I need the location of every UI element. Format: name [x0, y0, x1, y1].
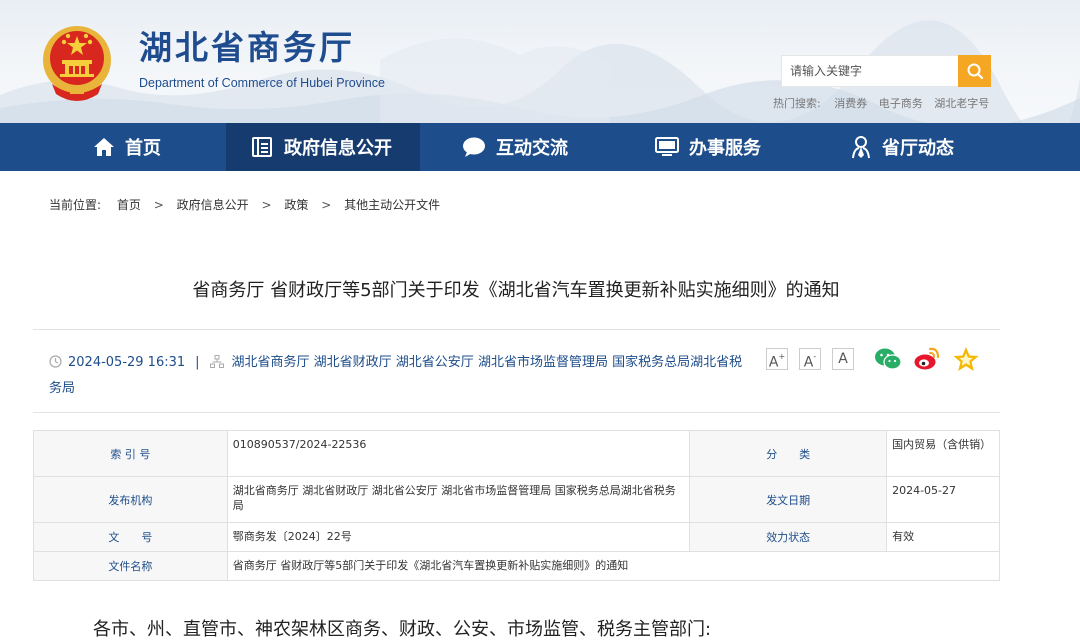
breadcrumb-item-other-files[interactable]: 其他主动公开文件 — [344, 198, 440, 212]
article-title: 省商务厅 省财政厅等5部门关于印发《湖北省汽车置换更新补贴实施细则》的通知 — [0, 276, 1032, 302]
breadcrumb-item-gov-info[interactable]: 政府信息公开 — [177, 198, 249, 212]
search-button[interactable] — [958, 55, 991, 87]
weibo-icon[interactable] — [913, 346, 941, 372]
home-icon — [93, 136, 115, 158]
font-reset-button[interactable]: A — [832, 348, 854, 370]
breadcrumb-separator: > — [154, 198, 164, 212]
site-header: 湖北省商务厅 Department of Commerce of Hubei P… — [0, 0, 1080, 123]
national-emblem-icon — [40, 22, 114, 102]
search-input[interactable] — [782, 56, 958, 86]
publish-datetime: 2024-05-29 16:31 — [68, 355, 185, 370]
index-value: 010890537/2024-22536 — [227, 431, 690, 477]
breadcrumb-separator: > — [321, 198, 331, 212]
index-label: 索 引 号 — [34, 431, 228, 477]
meta-separator: | — [195, 355, 199, 370]
favorite-star-icon[interactable] — [952, 346, 980, 372]
person-icon — [850, 135, 872, 159]
wechat-icon[interactable] — [874, 346, 902, 372]
clock-icon — [49, 355, 62, 368]
nav-item-label: 省厅动态 — [882, 134, 954, 160]
nav-item-label: 政府信息公开 — [284, 134, 392, 160]
monitor-icon — [655, 136, 679, 158]
document-list-icon — [250, 135, 274, 159]
main-nav: 首页 政府信息公开 互动交流 办事服务 省厅 — [0, 123, 1080, 171]
breadcrumb-prefix: 当前位置: — [49, 198, 101, 212]
breadcrumb-item-policy[interactable]: 政策 — [284, 198, 308, 212]
publisher-value: 湖北省商务厅 湖北省财政厅 湖北省公安厅 湖北省市场监督管理局 国家税务总局湖北… — [227, 477, 690, 523]
filename-label: 文件名称 — [34, 552, 228, 581]
hot-search-term[interactable]: 消费券 — [834, 97, 867, 110]
hot-search-label: 热门搜索: — [773, 97, 821, 110]
hot-search-term[interactable]: 湖北老字号 — [934, 97, 989, 110]
article-body-first-line: 各市、州、直管市、神农架林区商务、财政、公安、市场监管、税务主管部门: — [93, 615, 711, 641]
nav-item-label: 办事服务 — [689, 134, 761, 160]
table-row: 文 号 鄂商务发〔2024〕22号 效力状态 有效 — [34, 523, 1000, 552]
filename-value: 省商务厅 省财政厅等5部门关于印发《湖北省汽车置换更新补贴实施细则》的通知 — [227, 552, 999, 581]
site-subtitle: Department of Commerce of Hubei Province — [139, 76, 385, 90]
organization-icon — [210, 355, 224, 368]
nav-item-news[interactable]: 省厅动态 — [850, 123, 954, 171]
font-increase-button[interactable]: A+ — [766, 348, 788, 370]
publisher-source-cont: 务局 — [49, 381, 75, 396]
nav-item-interaction[interactable]: 互动交流 — [462, 123, 568, 171]
nav-item-label: 互动交流 — [496, 134, 568, 160]
publisher-label: 发布机构 — [34, 477, 228, 523]
table-row: 索 引 号 010890537/2024-22536 分 类 国内贸易（含供销） — [34, 431, 1000, 477]
divider — [33, 329, 1000, 330]
site-title: 湖北省商务厅 — [139, 28, 355, 68]
divider — [33, 412, 1000, 413]
nav-item-label: 首页 — [125, 134, 161, 160]
table-row: 发布机构 湖北省商务厅 湖北省财政厅 湖北省公安厅 湖北省市场监督管理局 国家税… — [34, 477, 1000, 523]
category-value: 国内贸易（含供销） — [887, 431, 1000, 477]
docno-value: 鄂商务发〔2024〕22号 — [227, 523, 690, 552]
status-value: 有效 — [887, 523, 1000, 552]
search-box — [781, 55, 991, 87]
hot-search: 热门搜索: 消费券 电子商务 湖北老字号 — [773, 95, 997, 111]
date-label: 发文日期 — [690, 477, 887, 523]
breadcrumb: 当前位置: 首页 > 政府信息公开 > 政策 > 其他主动公开文件 — [49, 196, 440, 213]
nav-item-home[interactable]: 首页 — [93, 123, 161, 171]
nav-item-gov-info[interactable]: 政府信息公开 — [226, 123, 420, 171]
article-meta: 2024-05-29 16:31 | 湖北省商务厅 湖北省财政厅 湖北省公安厅 湖… — [49, 350, 749, 402]
publisher-source: 湖北省商务厅 湖北省财政厅 湖北省公安厅 湖北省市场监督管理局 国家税务总局湖北… — [232, 355, 743, 370]
docno-label: 文 号 — [34, 523, 228, 552]
hot-search-term[interactable]: 电子商务 — [879, 97, 923, 110]
search-icon — [966, 62, 984, 80]
nav-item-services[interactable]: 办事服务 — [655, 123, 761, 171]
breadcrumb-item-home[interactable]: 首页 — [117, 198, 141, 212]
category-label: 分 类 — [690, 431, 887, 477]
date-value: 2024-05-27 — [887, 477, 1000, 523]
status-label: 效力状态 — [690, 523, 887, 552]
font-decrease-button[interactable]: A- — [799, 348, 821, 370]
table-row: 文件名称 省商务厅 省财政厅等5部门关于印发《湖北省汽车置换更新补贴实施细则》的… — [34, 552, 1000, 581]
chat-bubble-icon — [462, 136, 486, 158]
document-info-table: 索 引 号 010890537/2024-22536 分 类 国内贸易（含供销）… — [33, 430, 1000, 581]
breadcrumb-separator: > — [261, 198, 271, 212]
